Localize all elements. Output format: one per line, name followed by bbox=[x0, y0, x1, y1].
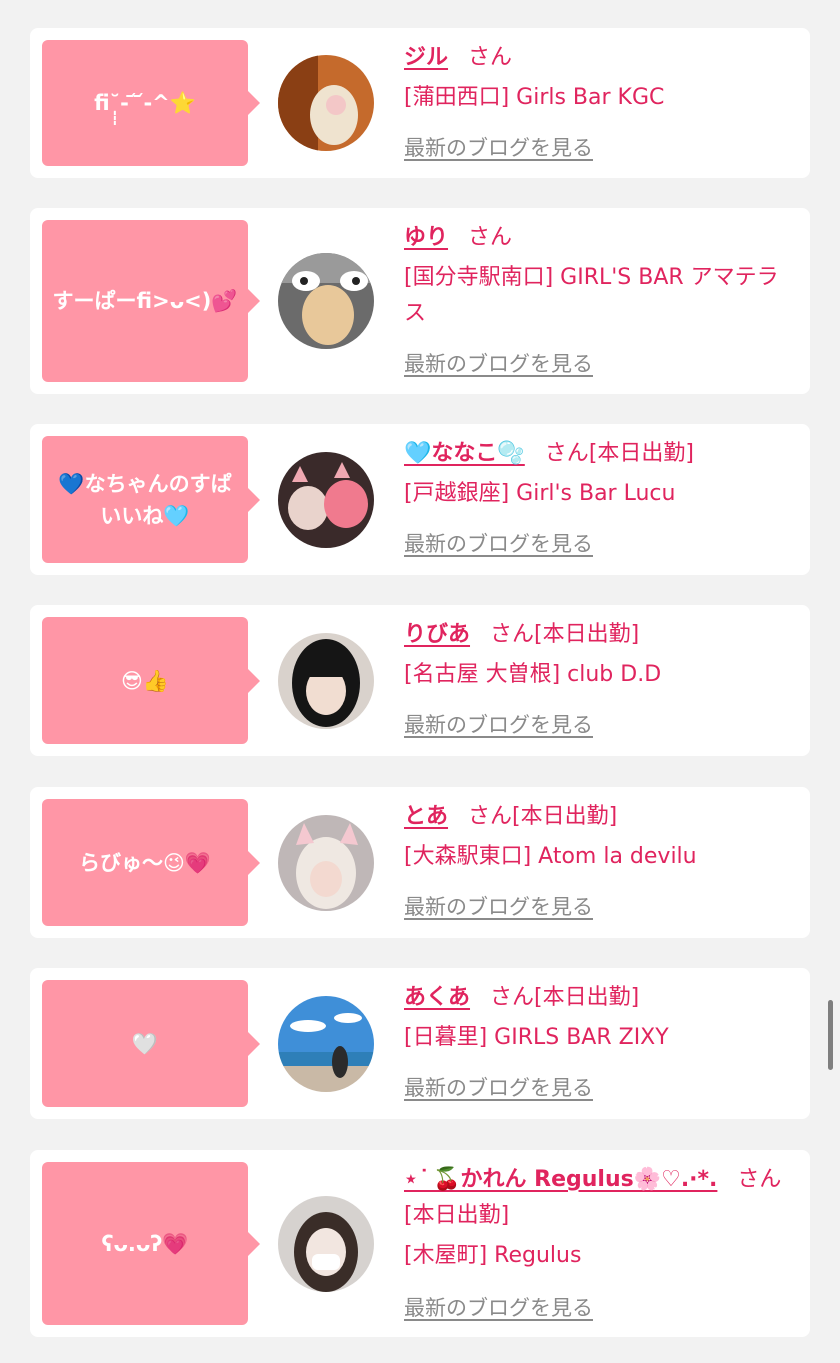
avatar[interactable] bbox=[278, 1196, 374, 1292]
honorific: さん bbox=[468, 45, 513, 70]
cast-info: ⋆ ͘ 🍒かれん Regulus🌸♡.·*. さん [本日出勤] [木屋町] Re… bbox=[404, 1162, 800, 1325]
cast-info: ジル さん [蒲田西口] Girls Bar KGC 最新のブログを見る bbox=[404, 40, 800, 166]
cast-card: 😎👍 りびあ さん[本日出勤] [名古屋 大曽根] club D.D 最新のブログ… bbox=[30, 605, 810, 756]
status: [本日出勤] bbox=[534, 985, 640, 1010]
cast-info: あくあ さん[本日出勤] [日暮里] GIRLS BAR ZIXY 最新のブログを… bbox=[404, 980, 800, 1107]
cast-card: 💙なちゃんのすぱいいね🩵 🩵ななこ🫧 さん[本日出勤] [戸越銀座] Girl's… bbox=[30, 424, 810, 575]
status: [本日出勤] bbox=[404, 1203, 510, 1228]
latest-blog-link[interactable]: 最新のブログを見る bbox=[404, 132, 593, 162]
store-label: [名古屋 大曽根] club D.D bbox=[404, 662, 662, 687]
message-text: ʕᴗ.ᴗʔ💗 bbox=[101, 1231, 189, 1256]
status: [本日出勤] bbox=[588, 441, 694, 466]
avatar[interactable] bbox=[278, 253, 374, 349]
name-line: ジル さん bbox=[404, 40, 800, 76]
store-label: [木屋町] Regulus bbox=[404, 1243, 582, 1268]
avatar-photo-icon bbox=[278, 996, 374, 1092]
cast-info: ゆり さん [国分寺駅南口] GIRL'S BAR アマテラス 最新のブログを見る bbox=[404, 220, 800, 382]
name-line: ゆり さん bbox=[404, 220, 800, 256]
cast-name-link[interactable]: ジル bbox=[404, 45, 448, 70]
avatar-photo-icon bbox=[278, 633, 374, 729]
message-bubble: すーぱーﬁ>ᴗ<)💕 bbox=[42, 220, 260, 382]
avatar[interactable] bbox=[278, 996, 374, 1092]
latest-blog-link[interactable]: 最新のブログを見る bbox=[404, 528, 593, 558]
message-bubble: 🤍 bbox=[42, 980, 260, 1107]
honorific: さん bbox=[468, 225, 513, 250]
honorific: さん bbox=[468, 804, 513, 829]
cast-info: 🩵ななこ🫧 さん[本日出勤] [戸越銀座] Girl's Bar Lucu 最新の… bbox=[404, 436, 800, 563]
message-text: 😎👍 bbox=[120, 668, 170, 693]
message-bubble: ʕᴗ.ᴗʔ💗 bbox=[42, 1162, 260, 1325]
cast-info: とあ さん[本日出勤] [大森駅東口] Atom la devilu 最新のブログ… bbox=[404, 799, 800, 926]
status: [本日出勤] bbox=[512, 804, 618, 829]
cast-card: 🤍 あくあ さん[本日出勤] [日暮里] GIRLS BAR ZIXY 最新のブロ… bbox=[30, 968, 810, 1119]
cast-name-link[interactable]: あくあ bbox=[404, 985, 470, 1010]
cast-card: すーぱーﬁ>ᴗ<)💕 ゆり さん [国分寺駅南口] GIRL'S BAR アマテラ… bbox=[30, 208, 810, 394]
message-bubble: 😎👍 bbox=[42, 617, 260, 744]
cast-card: ﬁ⁠˘̩̩̩- ᷄ ᷄-^⭐️ ジル さん [蒲田西口] Girls Bar KG… bbox=[30, 28, 810, 178]
message-text: 🤍 bbox=[131, 1031, 159, 1056]
message-text: すーぱーﬁ>ᴗ<)💕 bbox=[52, 289, 238, 313]
store-label: [日暮里] GIRLS BAR ZIXY bbox=[404, 1025, 669, 1050]
cast-name-link[interactable]: ゆり bbox=[404, 225, 448, 250]
cast-name-link[interactable]: りびあ bbox=[404, 622, 470, 647]
message-bubble: 💙なちゃんのすぱいいね🩵 bbox=[42, 436, 260, 563]
scrollbar[interactable] bbox=[828, 1000, 833, 1070]
avatar[interactable] bbox=[278, 815, 374, 911]
store-label: [大森駅東口] Atom la devilu bbox=[404, 844, 697, 869]
avatar-photo-icon bbox=[278, 55, 374, 151]
name-line: ⋆ ͘ 🍒かれん Regulus🌸♡.·*. さん bbox=[404, 1162, 800, 1198]
avatar[interactable] bbox=[278, 633, 374, 729]
store-label: [国分寺駅南口] GIRL'S BAR アマテラス bbox=[404, 265, 779, 326]
message-text: 💙なちゃんのすぱいいね🩵 bbox=[58, 471, 232, 528]
name-line: 🩵ななこ🫧 さん[本日出勤] bbox=[404, 436, 800, 472]
message-bubble: らびゅ〜😉💗 bbox=[42, 799, 260, 926]
message-bubble: ﬁ⁠˘̩̩̩- ᷄ ᷄-^⭐️ bbox=[42, 40, 260, 166]
honorific: さん bbox=[490, 622, 535, 647]
message-text: ﬁ⁠˘̩̩̩- ᷄ ᷄-^⭐️ bbox=[94, 91, 196, 115]
honorific: さん bbox=[737, 1167, 782, 1192]
latest-blog-link[interactable]: 最新のブログを見る bbox=[404, 891, 593, 921]
message-text: らびゅ〜😉💗 bbox=[78, 850, 212, 875]
avatar-photo-icon bbox=[278, 815, 374, 911]
latest-blog-link[interactable]: 最新のブログを見る bbox=[404, 1292, 593, 1322]
latest-blog-link[interactable]: 最新のブログを見る bbox=[404, 709, 593, 739]
honorific: さん bbox=[490, 985, 535, 1010]
store-label: [蒲田西口] Girls Bar KGC bbox=[404, 85, 665, 110]
avatar-photo-icon bbox=[278, 253, 374, 349]
avatar-photo-icon bbox=[278, 452, 374, 548]
avatar-photo-icon bbox=[278, 1196, 374, 1292]
name-line: とあ さん[本日出勤] bbox=[404, 799, 800, 835]
avatar[interactable] bbox=[278, 55, 374, 151]
name-line: りびあ さん[本日出勤] bbox=[404, 617, 800, 653]
store-label: [戸越銀座] Girl's Bar Lucu bbox=[404, 481, 676, 506]
status: [本日出勤] bbox=[534, 622, 640, 647]
name-line: あくあ さん[本日出勤] bbox=[404, 980, 800, 1016]
latest-blog-link[interactable]: 最新のブログを見る bbox=[404, 1072, 593, 1102]
latest-blog-link[interactable]: 最新のブログを見る bbox=[404, 348, 593, 378]
cast-info: りびあ さん[本日出勤] [名古屋 大曽根] club D.D 最新のブログを見る bbox=[404, 617, 800, 744]
cast-name-link[interactable]: とあ bbox=[404, 804, 448, 829]
cast-name-link[interactable]: 🩵ななこ🫧 bbox=[404, 441, 525, 466]
honorific: さん bbox=[544, 441, 589, 466]
cast-name-link[interactable]: ⋆ ͘ 🍒かれん Regulus🌸♡.·*. bbox=[404, 1167, 717, 1192]
avatar[interactable] bbox=[278, 452, 374, 548]
cast-card: らびゅ〜😉💗 とあ さん[本日出勤] [大森駅東口] Atom la devilu… bbox=[30, 787, 810, 938]
cast-card: ʕᴗ.ᴗʔ💗 ⋆ ͘ 🍒かれん Regulus🌸♡.·*. さん [本日出勤] [… bbox=[30, 1150, 810, 1337]
